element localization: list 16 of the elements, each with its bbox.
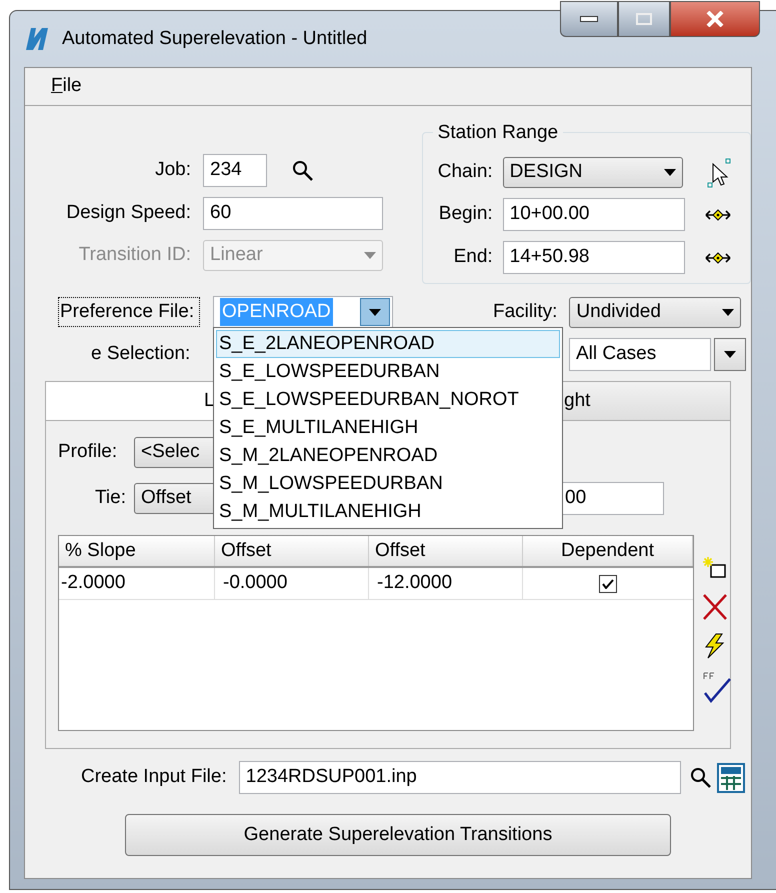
field-label: End: [452, 245, 494, 270]
field-label: Transition ID: [78, 243, 192, 268]
field-label: Facility: [493, 300, 558, 324]
field-label: Tie: [94, 486, 127, 510]
field-label: Job: [154, 158, 192, 182]
field-label: Preference File: [58, 296, 200, 328]
table-cell: -0.0000 [215, 568, 369, 599]
table-cell: -12.0000 [369, 568, 523, 599]
window-title: Automated Superelevation - Untitled [62, 26, 368, 51]
field-label: e Selection: [91, 342, 192, 366]
field-label: Begin: [438, 202, 494, 226]
table-cell: -2.0000 [59, 568, 215, 599]
field-label: Create Input File: [81, 765, 228, 790]
field-label: Design Speed: [65, 201, 192, 226]
field-label: Chain: [436, 160, 494, 184]
field-label: Profile: [58, 440, 118, 464]
